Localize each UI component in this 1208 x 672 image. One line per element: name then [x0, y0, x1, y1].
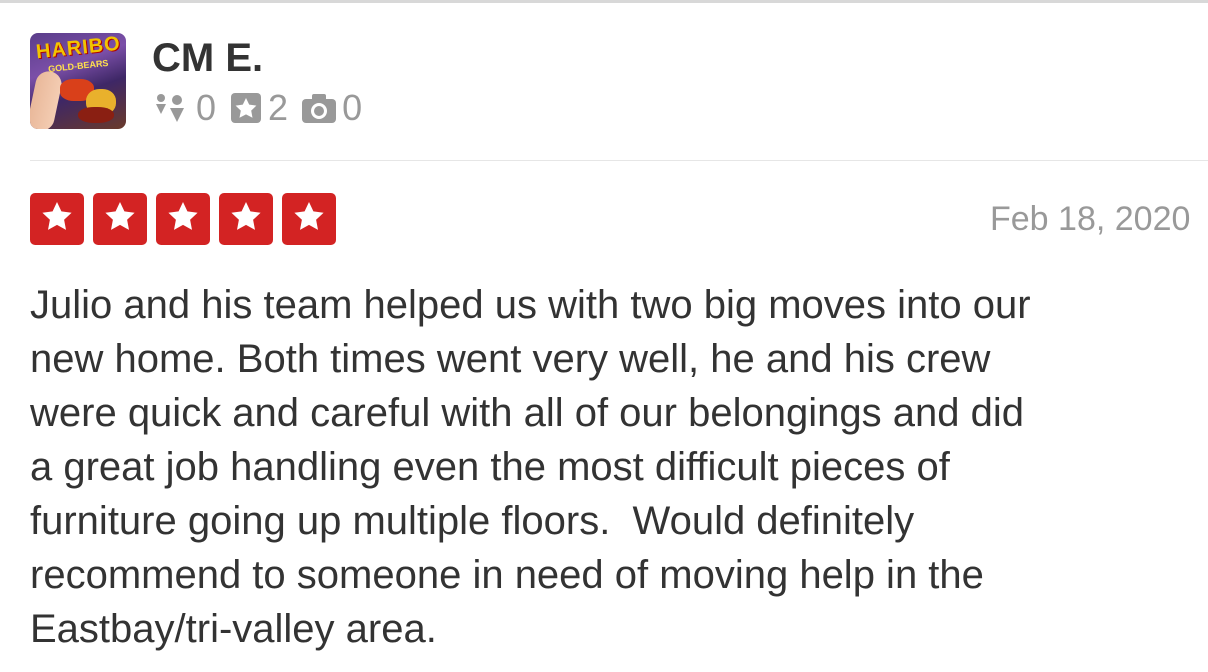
reviews-stat: 2 [228, 87, 288, 129]
section-divider [30, 160, 1208, 161]
star-icon [103, 200, 137, 239]
photos-stat: 0 [300, 87, 362, 129]
rating-star [219, 193, 273, 245]
avatar-thumb [30, 68, 64, 129]
friends-icon [152, 91, 192, 125]
rating-star [282, 193, 336, 245]
avatar-candy [78, 107, 114, 123]
review-star-icon [228, 91, 264, 125]
user-name[interactable]: CM E. [152, 36, 263, 81]
star-icon [40, 200, 74, 239]
rating-star [93, 193, 147, 245]
photos-count: 0 [342, 87, 363, 128]
user-avatar[interactable]: HARIBO GOLD-BEARS [30, 33, 126, 129]
camera-icon [300, 91, 338, 125]
rating-star [156, 193, 210, 245]
user-stats: 0 2 0 [152, 87, 374, 129]
star-icon [229, 200, 263, 239]
star-icon [292, 200, 326, 239]
star-rating [30, 193, 345, 245]
reviews-count: 2 [268, 87, 289, 128]
review-date: Feb 18, 2020 [990, 200, 1191, 238]
review-text: Julio and his team helped us with two bi… [30, 283, 1031, 651]
top-divider [0, 0, 1208, 3]
friends-stat: 0 [152, 87, 216, 129]
rating-star [30, 193, 84, 245]
avatar-brand-text: HARIBO [35, 33, 122, 64]
star-icon [166, 200, 200, 239]
friends-count: 0 [196, 87, 217, 128]
